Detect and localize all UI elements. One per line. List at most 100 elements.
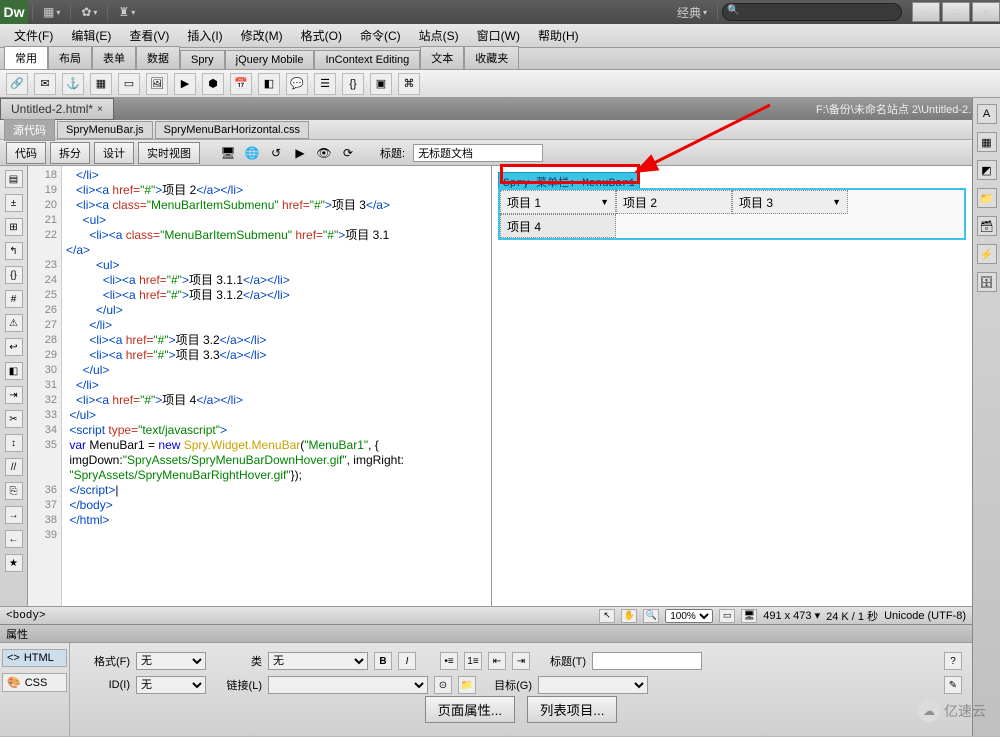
head-icon[interactable]: ☰ [314, 73, 336, 95]
device-icon[interactable]: 🖥 [741, 609, 757, 623]
assets-panel-icon[interactable]: 🗃 [977, 216, 997, 236]
insert-tab[interactable]: Spry [180, 50, 225, 69]
email-link-icon[interactable]: ✉ [34, 73, 56, 95]
date-icon[interactable]: 📅 [230, 73, 252, 95]
document-title-input[interactable] [413, 144, 543, 162]
select-tool-icon[interactable]: ↖ [599, 609, 615, 623]
maximize-button[interactable]: □ [942, 2, 970, 22]
live-view-button[interactable]: 实时视图 [138, 142, 200, 164]
tag-selector[interactable]: <body> [6, 610, 46, 622]
target-select[interactable] [538, 676, 648, 694]
menu-item-4[interactable]: 项目 4 [500, 214, 616, 238]
syntax-color-icon[interactable]: ◧ [5, 362, 23, 380]
extend-menu-icon[interactable]: ✿ [75, 3, 103, 21]
recent-snippets-icon[interactable]: ★ [5, 554, 23, 572]
auto-indent-icon[interactable]: ⇥ [5, 386, 23, 404]
snippets-icon[interactable]: ✂ [5, 410, 23, 428]
comment-icon[interactable]: 💬 [286, 73, 308, 95]
line-numbers-icon[interactable]: # [5, 290, 23, 308]
live-code-icon[interactable]: 🖥 [218, 143, 238, 163]
script-icon[interactable]: {} [342, 73, 364, 95]
visual-aids-icon[interactable]: 👁 [314, 143, 334, 163]
site-menu-icon[interactable]: ♜ [112, 3, 141, 21]
menu-item[interactable]: 窗口(W) [469, 25, 528, 46]
refresh-icon[interactable]: ⟳ [338, 143, 358, 163]
format-select[interactable]: 无 [136, 652, 206, 670]
widget-icon[interactable]: ⬢ [202, 73, 224, 95]
balance-braces-icon[interactable]: {} [5, 266, 23, 284]
menu-item[interactable]: 命令(C) [352, 25, 409, 46]
related-file-chip[interactable]: SpryMenuBarHorizontal.css [155, 121, 309, 139]
insert-tab[interactable]: 表单 [92, 46, 136, 69]
class-select[interactable]: 无 [268, 652, 368, 670]
spry-menubar-widget[interactable]: 项目 1▼ 项目 2 项目 3▼ 项目 4 [498, 188, 966, 240]
help-search-input[interactable] [722, 3, 902, 21]
ul-icon[interactable]: •≡ [440, 652, 458, 670]
css-styles-panel-icon[interactable]: A [977, 104, 997, 124]
expand-icon[interactable]: ⊞ [5, 218, 23, 236]
layout-menu-icon[interactable]: ▦ [37, 3, 66, 21]
insert-tab[interactable]: 布局 [48, 46, 92, 69]
outdent-icon[interactable]: ← [5, 530, 23, 548]
design-preview[interactable]: Spry 菜单栏: MenuBar1 项目 1▼ 项目 2 项目 3▼ 项目 4 [492, 166, 972, 606]
menu-item[interactable]: 修改(M) [233, 25, 291, 46]
insert-tab[interactable]: jQuery Mobile [225, 50, 315, 69]
menu-item[interactable]: 站点(S) [411, 25, 467, 46]
templates-icon[interactable]: ▣ [370, 73, 392, 95]
menu-item[interactable]: 插入(I) [179, 25, 230, 46]
minimize-button[interactable]: — [912, 2, 940, 22]
media-icon[interactable]: ▶ [174, 73, 196, 95]
zoom-tool-icon[interactable]: 🔍 [643, 609, 659, 623]
ap-elements-panel-icon[interactable]: ▦ [977, 132, 997, 152]
close-button[interactable]: × [972, 2, 1000, 22]
div-icon[interactable]: ▭ [118, 73, 140, 95]
anchor-icon[interactable]: ⚓ [62, 73, 84, 95]
open-documents-icon[interactable]: ▤ [5, 170, 23, 188]
related-file-chip[interactable]: 源代码 [4, 119, 55, 141]
table-icon[interactable]: ▦ [90, 73, 112, 95]
comment-icon[interactable]: // [5, 458, 23, 476]
menu-item[interactable]: 文件(F) [6, 25, 61, 46]
indent-icon[interactable]: → [5, 506, 23, 524]
menu-item[interactable]: 格式(O) [293, 25, 350, 46]
ol-icon[interactable]: 1≡ [464, 652, 482, 670]
select-parent-icon[interactable]: ↰ [5, 242, 23, 260]
workspace-switcher[interactable]: 经典 [671, 3, 713, 21]
split-view-button[interactable]: 拆分 [50, 142, 90, 164]
quick-tag-icon[interactable]: ✎ [944, 676, 962, 694]
help-icon[interactable]: ? [944, 652, 962, 670]
properties-header[interactable]: 属性 [0, 625, 972, 643]
id-select[interactable]: 无 [136, 676, 206, 694]
hyperlink-icon[interactable]: 🔗 [6, 73, 28, 95]
insert-tab[interactable]: InContext Editing [314, 50, 420, 69]
document-tab[interactable]: Untitled-2.html* × [0, 98, 114, 120]
design-view-button[interactable]: 设计 [94, 142, 134, 164]
window-size-icon[interactable]: ▭ [719, 609, 735, 623]
server-include-icon[interactable]: ◧ [258, 73, 280, 95]
browse-folder-icon[interactable]: 📁 [458, 676, 476, 694]
menu-item[interactable]: 查看(V) [121, 25, 177, 46]
point-to-file-icon[interactable]: ⊙ [434, 676, 452, 694]
business-catalyst-panel-icon[interactable]: ◩ [977, 160, 997, 180]
image-icon[interactable]: 🖼 [146, 73, 168, 95]
menu-item[interactable]: 帮助(H) [530, 25, 587, 46]
menu-item-2[interactable]: 项目 2 [616, 190, 732, 214]
server-debug-icon[interactable]: ▶ [290, 143, 310, 163]
outdent-icon[interactable]: ⇤ [488, 652, 506, 670]
inspect-icon[interactable]: 🌐 [242, 143, 262, 163]
word-wrap-icon[interactable]: ↩ [5, 338, 23, 356]
italic-icon[interactable]: I [398, 652, 416, 670]
html-mode-button[interactable]: <> HTML [2, 649, 67, 667]
insert-tab[interactable]: 常用 [4, 46, 48, 69]
format-code-icon[interactable]: ⎘ [5, 482, 23, 500]
databases-panel-icon[interactable]: 🗄 [977, 272, 997, 292]
insert-tab[interactable]: 文本 [420, 46, 464, 69]
related-file-chip[interactable]: SpryMenuBar.js [57, 121, 153, 139]
title-attr-input[interactable] [592, 652, 702, 670]
hand-tool-icon[interactable]: ✋ [621, 609, 637, 623]
highlight-invalid-icon[interactable]: ⚠ [5, 314, 23, 332]
menu-item-1[interactable]: 项目 1▼ [500, 190, 616, 214]
link-select[interactable] [268, 676, 428, 694]
menu-item-3[interactable]: 项目 3▼ [732, 190, 848, 214]
list-item-button[interactable]: 列表项目... [527, 696, 617, 723]
